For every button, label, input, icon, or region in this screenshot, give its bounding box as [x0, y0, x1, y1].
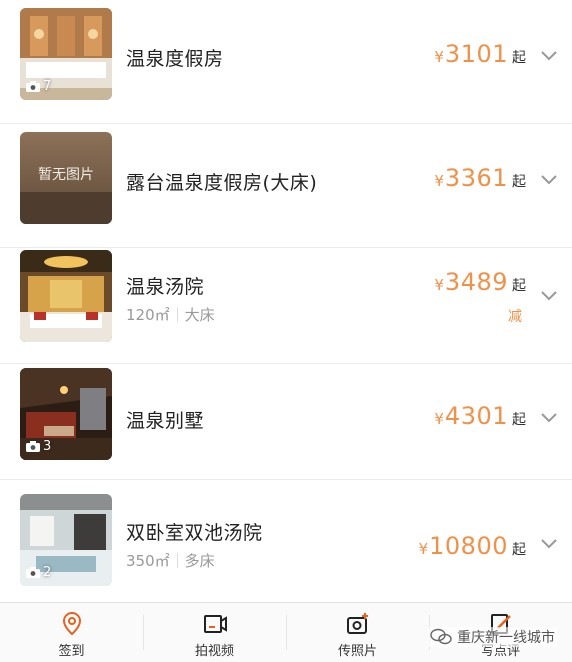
room-price: ¥ 3361 起 [434, 164, 526, 192]
room-thumbnail[interactable]: 2 [20, 494, 112, 586]
room-thumbnail-placeholder[interactable]: 暂无图片 [20, 132, 112, 224]
spec-divider [176, 307, 178, 322]
room-thumbnail[interactable]: 7 [20, 8, 112, 100]
currency-symbol: ¥ [418, 540, 429, 558]
room-item[interactable]: 7 温泉度假房 ¥ 3101 起 [0, 0, 572, 124]
tab-label: 传照片 [337, 644, 377, 659]
room-name: 温泉汤院 [126, 276, 205, 298]
room-item[interactable]: 3 温泉别墅 ¥ 4301 起 [0, 356, 572, 480]
chevron-down-icon[interactable] [540, 538, 558, 550]
photo-count-value: 2 [43, 565, 52, 580]
room-specs: 120㎡ 大床 [126, 304, 215, 325]
room-area: 350㎡ [126, 552, 170, 570]
currency-symbol: ¥ [434, 410, 444, 428]
price-suffix: 起 [512, 50, 526, 66]
price-value: 3361 [444, 164, 508, 192]
chevron-down-icon[interactable] [540, 290, 558, 302]
price-suffix: 起 [512, 412, 526, 428]
room-name: 露台温泉度假房(大床) [126, 172, 318, 194]
tab-label: 拍视频 [194, 644, 234, 659]
currency-symbol: ¥ [434, 276, 444, 294]
tab-label: 签到 [58, 644, 85, 659]
room-thumbnail[interactable] [20, 250, 112, 342]
room-area: 120㎡ [126, 306, 170, 324]
chevron-down-icon[interactable] [540, 174, 558, 186]
camera-icon [26, 567, 40, 578]
tab-checkin[interactable]: 签到 [0, 603, 143, 662]
tab-upload-photo[interactable]: 传照片 [286, 603, 429, 662]
discount-badge: 减 [508, 309, 522, 325]
bed-type: 多床 [184, 552, 215, 570]
room-price: ¥ 3489 起 [434, 268, 526, 296]
room-name: 温泉度假房 [126, 48, 224, 70]
price-value: 3101 [444, 40, 508, 68]
room-thumbnail[interactable]: 3 [20, 368, 112, 460]
chevron-down-icon[interactable] [540, 50, 558, 62]
room-price: ¥ 4301 起 [434, 402, 526, 430]
room-item[interactable]: 2 双卧室双池汤院 350㎡ 多床 ¥ 10800 起 [0, 480, 572, 604]
chevron-down-icon[interactable] [540, 412, 558, 424]
room-specs: 350㎡ 多床 [126, 550, 215, 571]
camera-plus-icon [345, 611, 371, 637]
spec-divider [176, 553, 178, 568]
camera-icon [26, 441, 40, 452]
watermark-text: 重庆新一线城市 [457, 630, 555, 646]
room-item[interactable]: 温泉汤院 120㎡ 大床 ¥ 3489 起 减 [0, 240, 572, 364]
price-suffix: 起 [512, 542, 526, 558]
price-suffix: 起 [512, 174, 526, 190]
photo-count: 2 [26, 565, 51, 580]
price-suffix: 起 [512, 278, 526, 294]
photo-count-value: 7 [43, 79, 52, 94]
camera-icon [26, 81, 40, 92]
photo-count-value: 3 [43, 439, 52, 454]
bed-type: 大床 [184, 306, 215, 324]
photo-count: 7 [26, 79, 51, 94]
wechat-icon [430, 628, 452, 646]
currency-symbol: ¥ [434, 172, 444, 190]
photo-count: 3 [26, 439, 51, 454]
room-price: ¥ 3101 起 [434, 40, 526, 68]
tab-video[interactable]: 拍视频 [143, 603, 286, 662]
location-pin-icon [59, 611, 85, 637]
video-icon [202, 611, 228, 637]
room-name: 双卧室双池汤院 [126, 522, 263, 544]
price-value: 10800 [429, 532, 508, 560]
room-name: 温泉别墅 [126, 410, 205, 432]
price-value: 3489 [444, 268, 508, 296]
price-value: 4301 [444, 402, 508, 430]
no-image-label: 暂无图片 [38, 167, 94, 183]
currency-symbol: ¥ [434, 48, 444, 66]
watermark: 重庆新一线城市 [428, 627, 557, 647]
room-price: ¥ 10800 起 [419, 532, 526, 560]
room-item[interactable]: 暂无图片 露台温泉度假房(大床) ¥ 3361 起 [0, 124, 572, 248]
